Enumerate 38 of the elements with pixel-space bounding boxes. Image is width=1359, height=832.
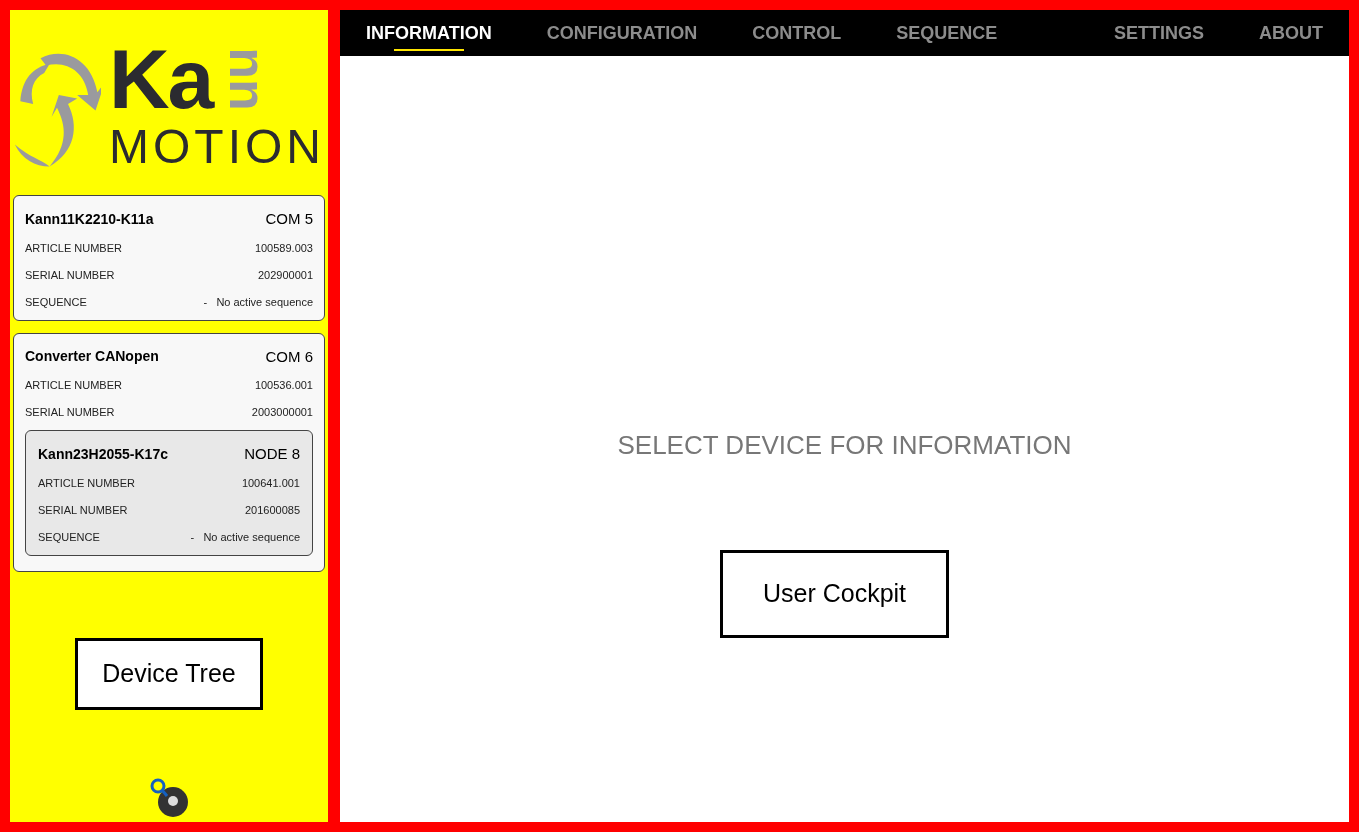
nav-tab[interactable]: CONFIGURATION xyxy=(546,19,698,47)
field-label: SEQUENCE xyxy=(38,529,100,545)
device-port: COM 6 xyxy=(265,346,313,367)
logo-subtitle: MOTION xyxy=(109,120,325,173)
device-card[interactable]: Converter CANopen COM 6 ARTICLE NUMBER 100536.001 SERIAL NUMBER 2003000001 Kann23H2055-K17c NODE 8 ARTICLE NUMBER 100641.001 SERIAL NUMBER 201600085 SEQUENCE - No active sequence xyxy=(13,332,325,572)
nav-tab[interactable]: INFORMATION xyxy=(366,19,492,47)
field-label: SERIAL NUMBER xyxy=(25,267,115,283)
nav-tab[interactable]: SETTINGS xyxy=(1114,19,1204,47)
device-port: COM 5 xyxy=(265,209,313,229)
nav-tab[interactable]: CONTROL xyxy=(752,19,842,47)
field-value: - No active sequence xyxy=(203,294,313,310)
field-value: 100641.001 xyxy=(241,475,300,491)
empty-state-message: SELECT DEVICE FOR INFORMATION xyxy=(617,429,1072,462)
device-name: Kann11K2210-K11a xyxy=(25,209,154,229)
field-label: ARTICLE NUMBER xyxy=(25,240,122,256)
field-value: 2003000001 xyxy=(251,405,313,421)
annotation-label: User Cockpit xyxy=(719,550,950,638)
field-value: 201600085 xyxy=(244,502,300,518)
field-value: - No active sequence xyxy=(190,529,300,545)
field-label: SEQUENCE xyxy=(25,294,87,310)
active-underline xyxy=(393,48,464,51)
device-name: Converter CANopen xyxy=(25,347,159,367)
device-card[interactable]: Kann11K2210-K11a COM 5 ARTICLE NUMBER 100589.003 SERIAL NUMBER 202900001 SEQUENCE - No active sequence xyxy=(13,195,325,321)
field-value: 202900001 xyxy=(257,267,313,283)
annotation-label: Device Tree xyxy=(75,638,263,710)
field-label: ARTICLE NUMBER xyxy=(25,378,122,394)
device-port: NODE 8 xyxy=(244,444,300,464)
field-label: SERIAL NUMBER xyxy=(25,405,115,421)
logo-wordmark-turned: nn xyxy=(221,46,274,111)
device-card[interactable]: Kann23H2055-K17c NODE 8 ARTICLE NUMBER 100641.001 SERIAL NUMBER 201600085 SEQUENCE - No active sequence xyxy=(25,430,313,556)
device-name: Kann23H2055-K17c xyxy=(38,444,168,464)
field-label: SERIAL NUMBER xyxy=(38,502,128,518)
field-value: 100589.003 xyxy=(254,240,313,256)
nav-tab[interactable]: SEQUENCE xyxy=(896,19,998,47)
field-value: 100536.001 xyxy=(254,378,313,394)
field-label: ARTICLE NUMBER xyxy=(38,475,135,491)
nav-tab[interactable]: ABOUT xyxy=(1259,19,1323,47)
logo-wordmark: Ka xyxy=(109,36,213,121)
